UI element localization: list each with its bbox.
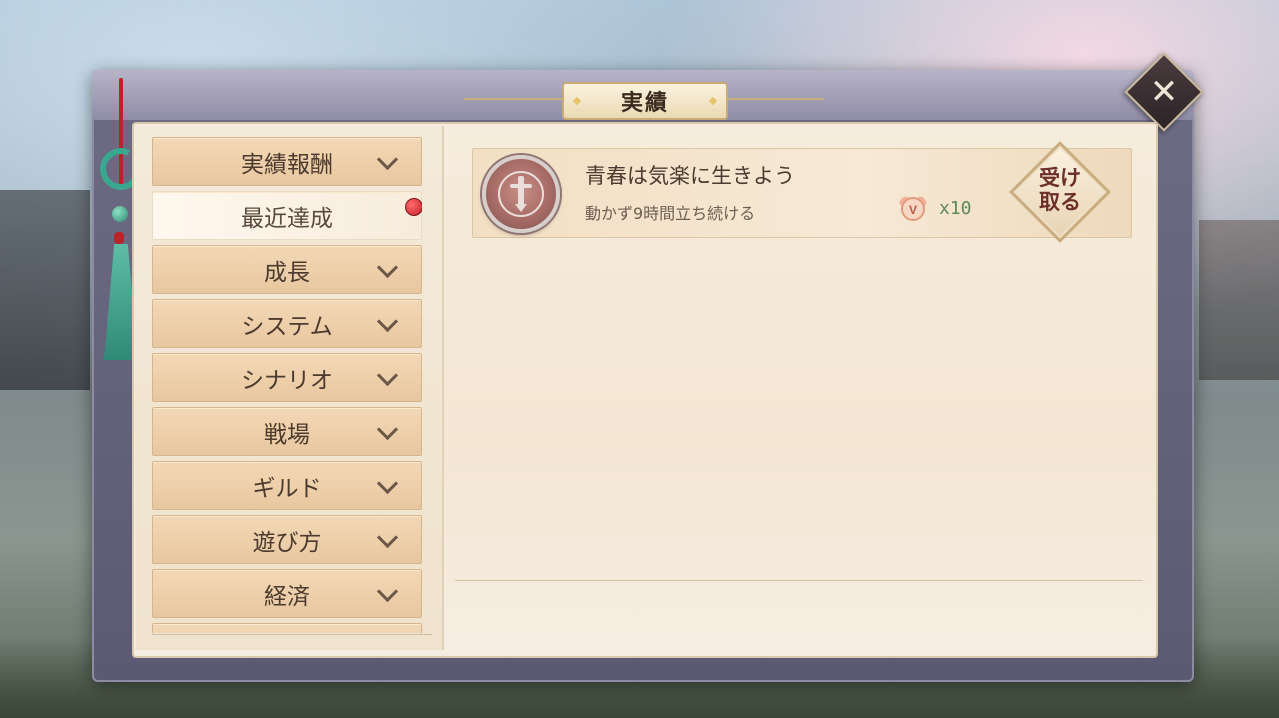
reward-count: x10	[939, 198, 972, 219]
chevron-down-icon	[376, 148, 399, 171]
sword-emblem-icon	[482, 155, 560, 233]
list-divider	[152, 634, 432, 635]
category-label: システム	[241, 313, 333, 340]
category-guild[interactable]: ギルド	[152, 461, 422, 510]
category-list[interactable]: 実績報酬 最近達成 成長 システム シナリオ 戦場 ギルド 遊び方 経済 社交	[152, 137, 422, 633]
achievement-title: 青春は気楽に生きよう	[585, 164, 795, 188]
background-building-left	[0, 190, 90, 390]
v-medal-icon: V	[896, 193, 930, 223]
category-social[interactable]: 社交	[152, 623, 422, 633]
title-diamond-right-icon	[708, 96, 718, 106]
window-title-plate: 実績	[562, 82, 728, 120]
sword-emblem-graphic	[498, 171, 544, 217]
claim-button-label: 受け 取る	[1012, 166, 1108, 214]
category-label: 成長	[264, 259, 310, 286]
v-medal-graphic: V	[899, 196, 927, 221]
category-label: 社交	[264, 631, 310, 634]
category-achievement-rewards[interactable]: 実績報酬	[152, 137, 422, 186]
chevron-down-icon	[376, 580, 399, 603]
category-label: ギルド	[252, 475, 322, 502]
background-building-right	[1199, 220, 1279, 380]
achievement-description: 動かず9時間立ち続ける	[585, 204, 756, 223]
close-icon[interactable]: ✕	[1136, 64, 1192, 120]
category-economy[interactable]: 経済	[152, 569, 422, 618]
title-ornament-right	[724, 98, 824, 100]
category-scenario[interactable]: シナリオ	[152, 353, 422, 402]
chevron-down-icon	[376, 364, 399, 387]
chevron-down-icon	[376, 418, 399, 441]
content-divider	[455, 580, 1143, 581]
window-title: 実績	[620, 91, 669, 116]
category-label: 最近達成	[241, 205, 333, 232]
claim-button[interactable]: 受け 取る	[1009, 141, 1111, 243]
category-label: 戦場	[264, 421, 310, 448]
category-battlefield[interactable]: 戦場	[152, 407, 422, 456]
title-ornament-left	[464, 98, 564, 100]
category-label: 経済	[264, 583, 310, 610]
notification-dot-icon	[405, 198, 422, 216]
chevron-down-icon	[376, 310, 399, 333]
jade-bead-icon	[112, 206, 128, 222]
chevron-down-icon	[376, 472, 399, 495]
category-label: シナリオ	[241, 367, 333, 394]
category-label: 実績報酬	[241, 151, 333, 178]
title-diamond-left-icon	[572, 96, 582, 106]
claim-label-line2: 取る	[1039, 190, 1081, 214]
category-label: 遊び方	[252, 529, 322, 556]
category-growth[interactable]: 成長	[152, 245, 422, 294]
category-how-to-play[interactable]: 遊び方	[152, 515, 422, 564]
claim-label-line1: 受け	[1039, 166, 1081, 190]
category-recently-achieved[interactable]: 最近達成	[152, 191, 422, 240]
category-system[interactable]: システム	[152, 299, 422, 348]
svg-text:V: V	[909, 203, 917, 217]
chevron-down-icon	[376, 526, 399, 549]
red-bead-icon	[114, 232, 124, 244]
chevron-down-icon	[376, 256, 399, 279]
